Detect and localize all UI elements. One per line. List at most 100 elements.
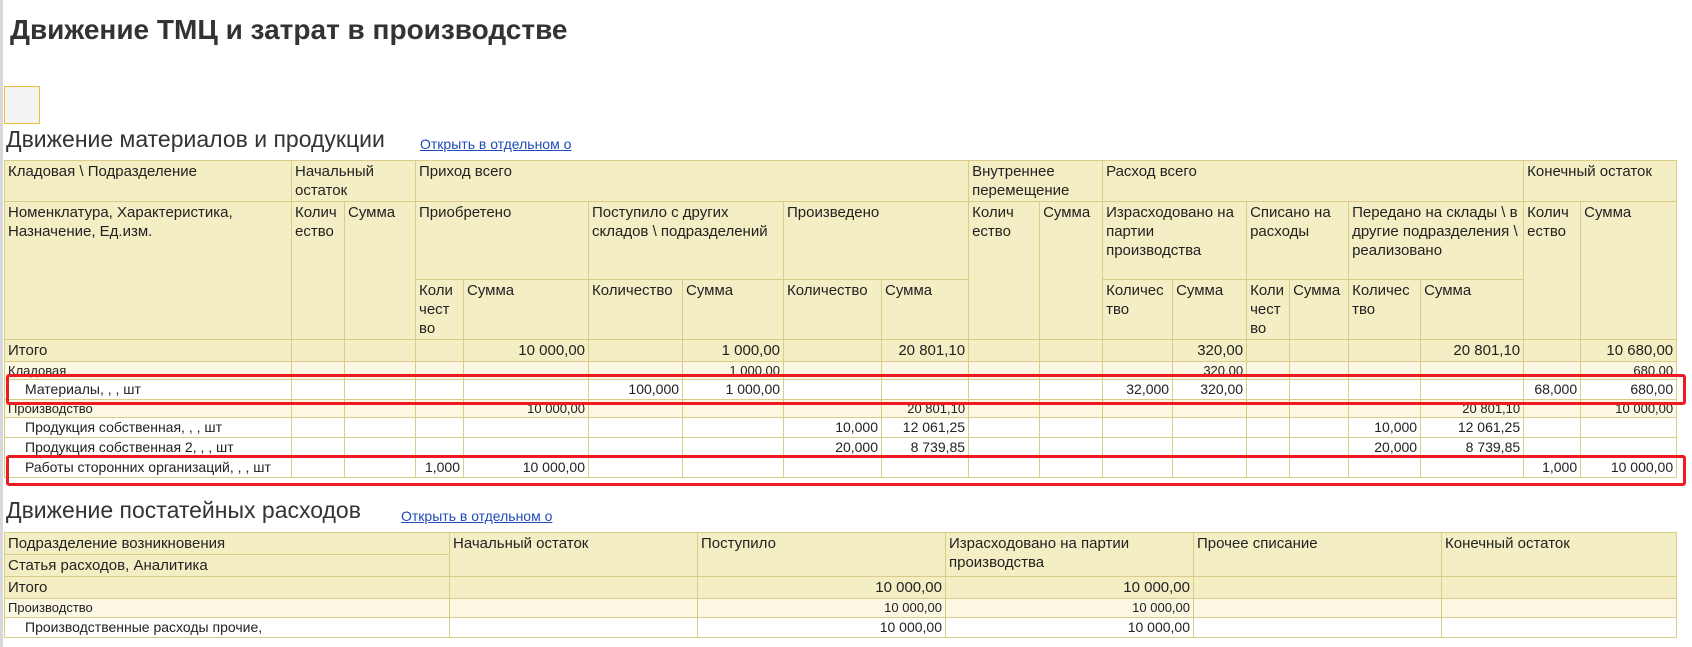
cell-value: 68,000 <box>1523 379 1582 400</box>
col-header-peredano: Передано на склады \ в другие подразделе… <box>1348 201 1525 280</box>
left-window-border <box>0 0 3 647</box>
col-header-rashod: Расход всего <box>1102 160 1525 202</box>
row-name: Итого <box>4 339 292 362</box>
row-name: Продукция собственная, , , шт <box>4 417 292 438</box>
col-header-prochee: Прочее списание <box>1193 532 1442 577</box>
cell-value: 20,000 <box>1348 437 1422 458</box>
cell-value: 20 801,10 <box>1420 399 1525 418</box>
col-header-proizv: Произведено <box>783 201 970 280</box>
table-row-total[interactable]: Итого 10 000,00 10 000,00 <box>4 576 1677 599</box>
cell-value: 100,000 <box>588 379 684 400</box>
col-header-kol: Количес тво <box>1348 279 1422 340</box>
table-row[interactable]: Продукция собственная 2, , , шт 20,000 8… <box>4 437 1678 458</box>
cell-value: 1 000,00 <box>682 379 785 400</box>
materials-open-separately-link[interactable]: Открыть в отдельном о <box>420 136 571 152</box>
cell-value: 10 000,00 <box>697 617 946 638</box>
col-header-priobr: Приобретено <box>415 201 590 280</box>
col-header-nach: Начальный остаток <box>449 532 698 577</box>
table-row[interactable]: Продукция собственная, , , шт 10,000 12 … <box>4 417 1678 438</box>
col-header-izrash: Израсходовано на партии производства <box>945 532 1194 577</box>
col-header-kol: Количес тво <box>1102 279 1174 340</box>
cell-value: 680,00 <box>1580 379 1678 400</box>
col-header-kon: Конечный остаток <box>1441 532 1677 577</box>
cell-value: 1,000 <box>415 457 465 478</box>
cell-value: 20 801,10 <box>1420 339 1525 362</box>
costs-section-title: Движение постатейных расходов <box>6 497 361 523</box>
cell-value: 10,000 <box>783 417 883 438</box>
col-header-statya: Статья расходов, Аналитика <box>4 554 450 577</box>
materials-section-title: Движение материалов и продукции <box>6 126 385 152</box>
cell-value: 20 801,10 <box>881 399 970 418</box>
col-header-izrash: Израсходовано на партии производства <box>1102 201 1248 280</box>
cell-value: 20 801,10 <box>881 339 970 362</box>
cell-value: 320,00 <box>1172 379 1248 400</box>
table-row-group[interactable]: Производство 10 000,00 10 000,00 <box>4 598 1677 618</box>
col-header-spisano: Списано на расходы <box>1246 201 1350 280</box>
col-header-sum: Сумма <box>1420 279 1525 340</box>
cell-value: 8 739,85 <box>881 437 970 458</box>
col-header-kol: Коли чест во <box>1246 279 1291 340</box>
table-row-total[interactable]: Итого 10 000,00 1 000,00 20 801,10 320,0… <box>4 339 1678 362</box>
cell-value: 10 000,00 <box>697 598 946 618</box>
materials-table: Кладовая \ Подразделение Начальный остат… <box>4 160 1678 478</box>
col-header-sum: Сумма <box>1580 201 1678 340</box>
cell-value: 1 000,00 <box>682 361 785 380</box>
col-header-sum: Сумма <box>1039 201 1104 340</box>
col-header-sum: Сумма <box>463 279 590 340</box>
table-row-group[interactable]: Производство 10 000,00 20 801,10 20 801,… <box>4 399 1678 418</box>
cell-value: 20,000 <box>783 437 883 458</box>
col-header-sum: Сумма <box>1289 279 1350 340</box>
table-row[interactable]: Производственные расходы прочие, 10 000,… <box>4 617 1677 638</box>
cell-value: 320,00 <box>1172 339 1248 362</box>
cell-value: 1,000 <box>1523 457 1582 478</box>
col-header-kol: Количество <box>588 279 684 340</box>
col-header-nom: Номенклатура, Характеристика, Назначение… <box>4 201 292 340</box>
cell-value: 32,000 <box>1102 379 1174 400</box>
cell-value: 10 000,00 <box>697 576 946 599</box>
col-header-kol: Колич ество <box>1523 201 1582 340</box>
row-name: Производственные расходы прочие, <box>4 617 450 638</box>
table-header-row: Номенклатура, Характеристика, Назначение… <box>4 201 1678 340</box>
col-header-sum: Сумма <box>343 201 417 340</box>
cell-value: 320,00 <box>1172 361 1248 380</box>
cell-value: 1 000,00 <box>682 339 785 362</box>
col-header-podr: Подразделение возникновения <box>4 532 450 555</box>
cell-value: 12 061,25 <box>1420 417 1525 438</box>
report-settings-button[interactable] <box>4 86 40 124</box>
col-header-postup: Поступило <box>697 532 946 577</box>
col-header-sklad: Кладовая \ Подразделение <box>4 160 292 202</box>
row-name: Работы сторонних организаций, , , шт <box>4 457 292 478</box>
col-header-kol: Колич ество <box>291 201 345 340</box>
row-name: Материалы, , , шт <box>4 379 292 400</box>
row-name: Производство <box>4 598 450 618</box>
table-header-row: Подразделение возникновения Начальный ос… <box>4 532 1677 577</box>
cell-value: 10 000,00 <box>1580 457 1678 478</box>
row-name: Кладовая <box>4 361 292 380</box>
table-header-row: Кладовая \ Подразделение Начальный остат… <box>4 160 1678 202</box>
table-row-group[interactable]: Кладовая 1 000,00 320,00 680,00 <box>4 361 1678 380</box>
cell-value: 10 000,00 <box>463 339 590 362</box>
cell-value: 8 739,85 <box>1420 437 1525 458</box>
col-header-kol: Количество <box>783 279 883 340</box>
col-header-kol: Колич ество <box>968 201 1041 340</box>
table-row[interactable]: Работы сторонних организаций, , , шт 1,0… <box>4 457 1678 478</box>
costs-table: Подразделение возникновения Начальный ос… <box>4 532 1677 638</box>
cell-value: 10 680,00 <box>1580 339 1678 362</box>
col-header-kon: Конечный остаток <box>1523 160 1678 202</box>
cell-value: 10 000,00 <box>463 457 590 478</box>
col-header-prihod: Приход всего <box>415 160 970 202</box>
row-name: Итого <box>4 576 450 599</box>
cell-value: 10 000,00 <box>463 399 590 418</box>
cell-value: 680,00 <box>1580 361 1678 380</box>
col-header-vnutr: Внутреннее перемещение <box>968 160 1104 202</box>
cell-value: 10 000,00 <box>945 576 1194 599</box>
page-title: Движение ТМЦ и затрат в производстве <box>10 14 568 45</box>
col-header-kol: Коли чест во <box>415 279 465 340</box>
table-row[interactable]: Материалы, , , шт 100,000 1 000,00 32,00… <box>4 379 1678 400</box>
row-name: Продукция собственная 2, , , шт <box>4 437 292 458</box>
row-name: Производство <box>4 399 292 418</box>
cell-value: 12 061,25 <box>881 417 970 438</box>
col-header-sum: Сумма <box>881 279 970 340</box>
col-header-sum: Сумма <box>1172 279 1248 340</box>
costs-open-separately-link[interactable]: Открыть в отдельном о <box>401 508 552 524</box>
